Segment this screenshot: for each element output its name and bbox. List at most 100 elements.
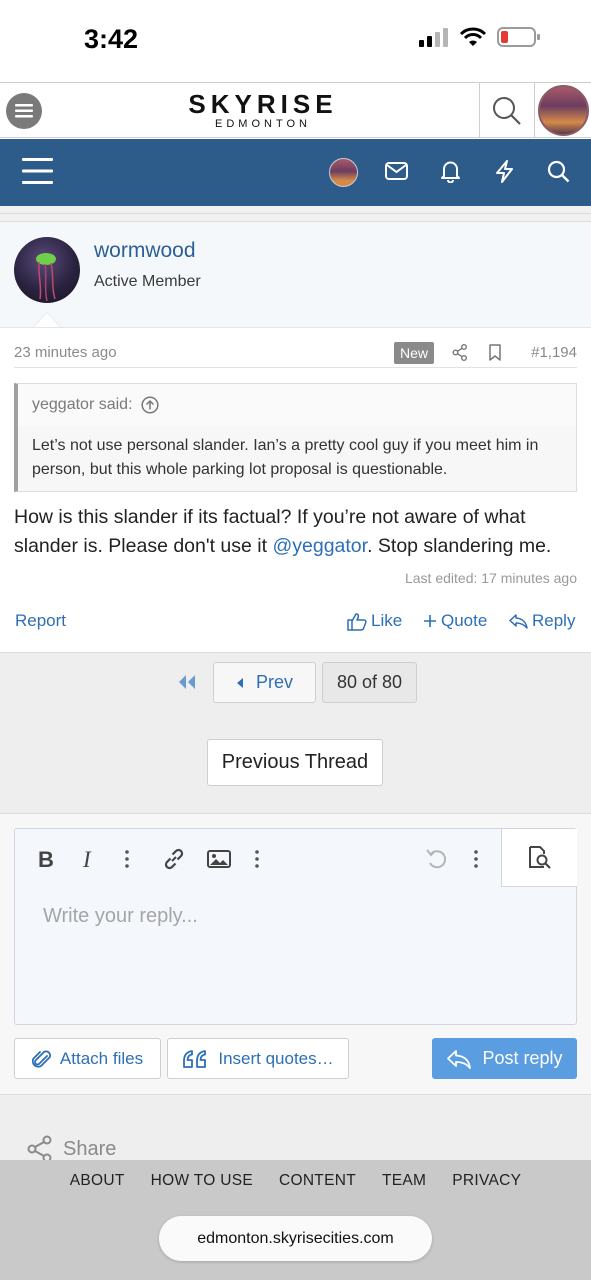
logo-sub-text: EDMONTON — [215, 118, 311, 130]
quote-header[interactable]: yeggator said: — [18, 384, 576, 426]
site-header: SKYRISE EDMONTON — [0, 82, 591, 138]
post-number[interactable]: #1,194 — [531, 344, 577, 361]
image-icon[interactable] — [207, 850, 231, 868]
more-insert-options-icon[interactable] — [254, 849, 260, 869]
quote-marks-icon — [183, 1049, 207, 1068]
svg-text:B: B — [38, 848, 54, 870]
user-title: Active Member — [94, 273, 201, 290]
editor-toolbar: B I — [15, 829, 577, 887]
header-avatar[interactable] — [538, 85, 589, 136]
menu-icon — [15, 104, 33, 118]
link-icon[interactable] — [162, 847, 186, 871]
undo-icon[interactable] — [425, 848, 449, 870]
quote-text: Let’s not use personal slander. Ian’s a … — [32, 437, 539, 478]
footer: ABOUT HOW TO USE CONTENT TEAM PRIVACY ed… — [0, 1160, 591, 1280]
footer-link-privacy[interactable]: PRIVACY — [439, 1172, 534, 1190]
footer-link-how-to-use[interactable]: HOW TO USE — [138, 1172, 266, 1190]
browser-url-bar[interactable]: edmonton.skyrisecities.com — [159, 1216, 432, 1261]
italic-icon[interactable]: I — [81, 848, 97, 870]
paperclip-icon — [31, 1050, 51, 1068]
site-menu-button[interactable] — [6, 93, 42, 129]
hamburger-menu-icon[interactable] — [22, 157, 53, 185]
last-edited: Last edited: 17 minutes ago — [404, 570, 577, 586]
inbox-icon[interactable] — [385, 162, 408, 180]
post-user-header: wormwood Active Member — [0, 222, 591, 328]
pagination-area: Prev 80 of 80 Previous Thread — [0, 652, 591, 814]
header-search-button[interactable] — [479, 83, 535, 138]
post-meta: 23 minutes ago New #1,194 — [14, 342, 577, 368]
more-text-options-icon[interactable] — [124, 849, 130, 869]
reply-editor[interactable]: B I Write your reply... — [14, 828, 577, 1025]
insert-quotes-label: Insert quotes… — [218, 1048, 334, 1068]
insert-quotes-button[interactable]: Insert quotes… — [167, 1038, 349, 1079]
user-mention-link[interactable]: @yeggator — [272, 535, 367, 557]
post-date[interactable]: 23 minutes ago — [14, 344, 117, 361]
jellyfish-image — [36, 253, 56, 302]
more-editor-options-icon[interactable] — [473, 849, 479, 869]
quote-label: Quote — [441, 611, 488, 630]
post-reply-button[interactable]: Post reply — [432, 1038, 577, 1079]
prev-page-button[interactable]: Prev — [213, 662, 316, 703]
page-indicator[interactable]: 80 of 80 — [322, 662, 417, 703]
previous-thread-button[interactable]: Previous Thread — [207, 739, 383, 786]
thumbs-up-icon — [347, 612, 367, 631]
share-nodes-icon — [27, 1135, 52, 1163]
user-avatar[interactable] — [14, 237, 80, 303]
attach-files-label: Attach files — [59, 1048, 144, 1068]
preview-button[interactable] — [501, 829, 577, 887]
bolt-icon[interactable] — [495, 160, 514, 183]
wifi-icon — [459, 27, 487, 46]
post-message: How is this slander if its factual? If y… — [14, 503, 584, 561]
reply-button[interactable]: Reply — [509, 611, 575, 631]
post-message-text-end: . Stop slandering me. — [367, 535, 552, 557]
search-icon — [493, 96, 521, 125]
footer-link-content[interactable]: CONTENT — [266, 1172, 369, 1190]
share-label: Share — [63, 1137, 117, 1160]
preview-icon — [528, 845, 551, 869]
reply-label: Reply — [532, 611, 576, 630]
prev-label: Prev — [255, 672, 293, 692]
logo-main-text: SKYRISE — [188, 89, 338, 119]
svg-text:I: I — [82, 848, 92, 870]
bookmark-icon[interactable] — [488, 344, 502, 361]
status-bar: 3:42 — [0, 0, 591, 82]
quote-block: yeggator said: Let’s not use personal sl… — [14, 383, 577, 492]
bold-icon[interactable]: B — [37, 848, 55, 870]
quote-author[interactable]: yeggator said: — [32, 396, 159, 414]
report-link[interactable]: Report — [15, 611, 66, 631]
reply-input-placeholder: Write your reply... — [43, 905, 198, 927]
share-link[interactable]: Share — [27, 1135, 116, 1163]
quote-button[interactable]: Quote — [423, 611, 487, 631]
reply-icon — [509, 614, 528, 629]
forum-nav-bar — [0, 139, 591, 206]
footer-link-about[interactable]: ABOUT — [57, 1172, 138, 1190]
nav-search-icon[interactable] — [547, 160, 570, 183]
post-actions: Report Like Quote Reply — [0, 608, 591, 638]
post-reply-label: Post reply — [482, 1048, 563, 1068]
share-icon[interactable] — [452, 344, 468, 361]
bell-icon[interactable] — [440, 160, 461, 183]
like-button[interactable]: Like — [347, 611, 402, 631]
arrow-up-circle-icon[interactable] — [140, 396, 159, 414]
quote-author-text: yeggator said: — [32, 396, 133, 413]
caret-left-icon — [236, 677, 243, 688]
reply-area: B I Write your reply... Attach files Ins… — [0, 814, 591, 1094]
username-link[interactable]: wormwood — [94, 239, 196, 263]
separator — [0, 206, 591, 222]
site-logo[interactable]: SKYRISE EDMONTON — [188, 90, 338, 130]
battery-icon — [497, 27, 540, 47]
first-page-icon[interactable] — [176, 673, 198, 691]
footer-link-team[interactable]: TEAM — [369, 1172, 439, 1190]
cellular-signal-icon — [419, 28, 448, 47]
message-arrow — [34, 313, 60, 327]
post-body: 23 minutes ago New #1,194 yeggator said:… — [0, 328, 591, 652]
account-avatar[interactable] — [329, 158, 358, 187]
status-icons — [419, 26, 541, 48]
status-time: 3:42 — [84, 24, 139, 54]
plus-icon — [424, 615, 436, 627]
share-area: Share — [0, 1094, 591, 1163]
reply-arrow-icon — [447, 1049, 472, 1069]
attach-files-button[interactable]: Attach files — [14, 1038, 161, 1079]
like-label: Like — [371, 611, 403, 630]
footer-links: ABOUT HOW TO USE CONTENT TEAM PRIVACY — [0, 1172, 591, 1190]
